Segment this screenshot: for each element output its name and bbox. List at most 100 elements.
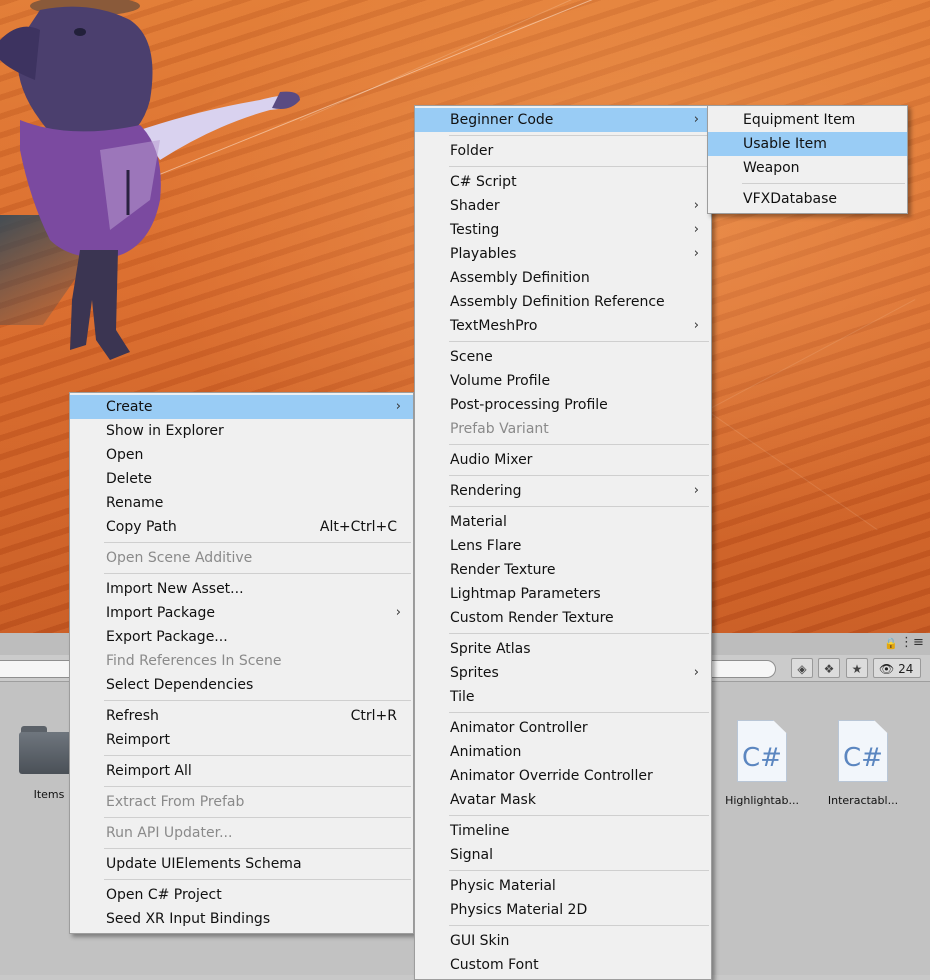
menu-item-delete[interactable]: Delete [70, 467, 413, 491]
menu-item-c-script[interactable]: C# Script [415, 170, 711, 194]
character-model[interactable] [0, 0, 320, 380]
menu-item-lens-flare[interactable]: Lens Flare [415, 534, 711, 558]
menu-separator [449, 341, 709, 342]
menu-item-rendering[interactable]: Rendering › [415, 479, 711, 503]
menu-item-assembly-definition-reference[interactable]: Assembly Definition Reference [415, 290, 711, 314]
menu-item-label: Extract From Prefab [106, 794, 245, 810]
menu-item-label: Sprites [450, 665, 499, 681]
menu-item-tile[interactable]: Tile [415, 685, 711, 709]
menu-item-refresh[interactable]: Refresh Ctrl+R [70, 704, 413, 728]
menu-separator [449, 135, 709, 136]
menu-item-prefab-variant: Prefab Variant [415, 417, 711, 441]
menu-item-open-scene-additive: Open Scene Additive [70, 546, 413, 570]
menu-separator [449, 475, 709, 476]
menu-item-label: Prefab Variant [450, 421, 549, 437]
menu-item-render-texture[interactable]: Render Texture [415, 558, 711, 582]
menu-item-import-package[interactable]: Import Package › [70, 601, 413, 625]
search-by-label-icon[interactable]: ❖ [818, 658, 840, 678]
menu-separator [449, 870, 709, 871]
asset-label: Highlightab... [725, 794, 799, 807]
menu-item-label: Show in Explorer [106, 423, 224, 439]
menu-item-label: Shader [450, 198, 500, 214]
asset-script[interactable]: C# Highlightab... [717, 720, 807, 807]
menu-item-label: Sprite Atlas [450, 641, 531, 657]
menu-separator [742, 183, 905, 184]
menu-item-gui-skin[interactable]: GUI Skin [415, 929, 711, 953]
menu-item-material[interactable]: Material [415, 510, 711, 534]
menu-item-lightmap-parameters[interactable]: Lightmap Parameters [415, 582, 711, 606]
eye-slash-icon: 👁 [879, 662, 895, 676]
menu-item-audio-mixer[interactable]: Audio Mixer [415, 448, 711, 472]
character-snout [0, 26, 40, 81]
menu-separator [449, 925, 709, 926]
menu-item-reimport-all[interactable]: Reimport All [70, 759, 413, 783]
pane-menu-icon[interactable]: ⋮≡ [900, 635, 924, 650]
menu-item-label: Material [450, 514, 507, 530]
menu-item-animation[interactable]: Animation [415, 740, 711, 764]
menu-item-sprite-atlas[interactable]: Sprite Atlas [415, 637, 711, 661]
menu-item-weapon[interactable]: Weapon [708, 156, 907, 180]
menu-item-find-references-in-scene: Find References In Scene [70, 649, 413, 673]
menu-item-label: Weapon [743, 160, 800, 176]
menu-item-timeline[interactable]: Timeline [415, 819, 711, 843]
context-menu: Create › Show in Explorer Open Delete Rename C… [69, 392, 414, 934]
chevron-right-icon: › [693, 222, 699, 237]
menu-item-usable-item[interactable]: Usable Item [708, 132, 907, 156]
menu-separator [104, 573, 411, 574]
menu-separator [104, 542, 411, 543]
menu-item-custom-render-texture[interactable]: Custom Render Texture [415, 606, 711, 630]
menu-item-import-new-asset[interactable]: Import New Asset... [70, 577, 413, 601]
menu-item-shortcut: Ctrl+R [350, 708, 397, 724]
menu-item-testing[interactable]: Testing › [415, 218, 711, 242]
menu-item-update-uielements-schema[interactable]: Update UIElements Schema [70, 852, 413, 876]
menu-item-volume-profile[interactable]: Volume Profile [415, 369, 711, 393]
menu-item-copy-path[interactable]: Copy Path Alt+Ctrl+C [70, 515, 413, 539]
menu-item-open-c-project[interactable]: Open C# Project [70, 883, 413, 907]
menu-item-sprites[interactable]: Sprites › [415, 661, 711, 685]
menu-item-signal[interactable]: Signal [415, 843, 711, 867]
search-by-type-icon[interactable]: ◈ [791, 658, 813, 678]
menu-item-vfxdatabase[interactable]: VFXDatabase [708, 187, 907, 211]
menu-item-playables[interactable]: Playables › [415, 242, 711, 266]
menu-item-select-dependencies[interactable]: Select Dependencies [70, 673, 413, 697]
grid-line [300, 0, 666, 121]
menu-item-reimport[interactable]: Reimport [70, 728, 413, 752]
menu-item-run-api-updater: Run API Updater... [70, 821, 413, 845]
menu-item-beginner-code[interactable]: Beginner Code › [415, 108, 711, 132]
menu-item-rename[interactable]: Rename [70, 491, 413, 515]
lock-icon[interactable]: 🔒 [884, 637, 898, 650]
menu-item-label: Playables [450, 246, 517, 262]
menu-item-export-package[interactable]: Export Package... [70, 625, 413, 649]
menu-item-animator-controller[interactable]: Animator Controller [415, 716, 711, 740]
menu-item-custom-font[interactable]: Custom Font [415, 953, 711, 977]
menu-item-physics-material-2d[interactable]: Physics Material 2D [415, 898, 711, 922]
menu-item-label: Find References In Scene [106, 653, 282, 669]
menu-item-physic-material[interactable]: Physic Material [415, 874, 711, 898]
character-legs [70, 250, 130, 360]
menu-item-animator-override-controller[interactable]: Animator Override Controller [415, 764, 711, 788]
menu-item-seed-xr-input-bindings[interactable]: Seed XR Input Bindings [70, 907, 413, 931]
menu-item-post-processing-profile[interactable]: Post-processing Profile [415, 393, 711, 417]
menu-item-label: Custom Font [450, 957, 539, 973]
menu-item-create[interactable]: Create › [70, 395, 413, 419]
menu-item-show-in-explorer[interactable]: Show in Explorer [70, 419, 413, 443]
menu-item-equipment-item[interactable]: Equipment Item [708, 108, 907, 132]
menu-separator [104, 755, 411, 756]
menu-item-shortcut: Alt+Ctrl+C [319, 519, 397, 535]
menu-item-folder[interactable]: Folder [415, 139, 711, 163]
menu-item-label: Open C# Project [106, 887, 222, 903]
menu-item-textmeshpro[interactable]: TextMeshPro › [415, 314, 711, 338]
menu-item-shader[interactable]: Shader › [415, 194, 711, 218]
chevron-right-icon: › [693, 665, 699, 680]
menu-item-label: C# Script [450, 174, 517, 190]
hidden-packages-toggle[interactable]: 👁 24 [873, 658, 921, 678]
chevron-right-icon: › [693, 246, 699, 261]
menu-item-label: GUI Skin [450, 933, 510, 949]
menu-item-scene[interactable]: Scene [415, 345, 711, 369]
menu-item-assembly-definition[interactable]: Assembly Definition [415, 266, 711, 290]
asset-script[interactable]: C# Interactabl... [818, 720, 908, 807]
menu-item-avatar-mask[interactable]: Avatar Mask [415, 788, 711, 812]
favorite-star-icon[interactable]: ★ [846, 658, 868, 678]
menu-item-open[interactable]: Open [70, 443, 413, 467]
menu-item-label: Export Package... [106, 629, 228, 645]
